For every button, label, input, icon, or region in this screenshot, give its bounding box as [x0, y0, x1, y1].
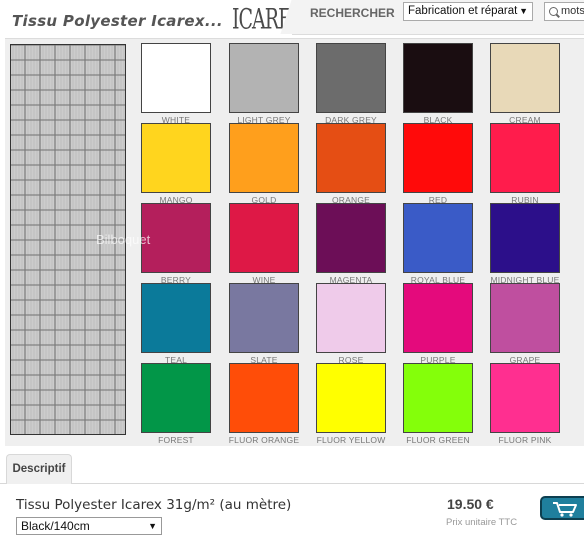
price-caption: Prix unitaire TTC — [446, 517, 518, 528]
color-swatch-teal[interactable] — [141, 283, 211, 353]
search-icon — [549, 7, 558, 16]
color-swatch-label: FOREST — [158, 435, 194, 445]
tab-descriptif[interactable]: Descriptif — [6, 454, 72, 484]
color-swatch-wine[interactable] — [229, 203, 299, 273]
color-swatch-label: FLUOR YELLOW — [316, 435, 386, 445]
category-select-value: Fabrication et réparat — [408, 5, 518, 17]
color-swatch-magenta[interactable] — [316, 203, 386, 273]
color-swatch-orange[interactable] — [316, 123, 386, 193]
color-swatch-midnight-blue[interactable] — [490, 203, 560, 273]
watermark: Bilboquet — [96, 232, 151, 247]
category-select[interactable]: Fabrication et réparat ▼ — [403, 2, 533, 21]
color-swatch-royal-blue[interactable] — [403, 203, 473, 273]
color-swatch-red[interactable] — [403, 123, 473, 193]
color-swatch-mango[interactable] — [141, 123, 211, 193]
color-swatch-fluor-orange[interactable] — [229, 363, 299, 433]
search-label: RECHERCHER — [310, 6, 395, 20]
color-swatch-label: FLUOR ORANGE — [228, 435, 300, 445]
header: Tissu Polyester Icarex... ICAREX RECHERC… — [0, 0, 584, 40]
cart-icon — [553, 502, 577, 517]
color-swatch-white[interactable] — [141, 43, 211, 113]
tab-divider — [0, 483, 584, 484]
chevron-down-icon: ▼ — [519, 6, 528, 16]
variant-select-value: Black/140cm — [21, 519, 90, 533]
color-swatch-forest[interactable] — [141, 363, 211, 433]
search-input-value: mots — [561, 5, 584, 17]
color-swatch-fluor-pink[interactable] — [490, 363, 560, 433]
chevron-down-icon: ▼ — [148, 521, 157, 531]
product-title: Tissu Polyester Icarex 31g/m² (au mètre) — [16, 497, 292, 513]
color-swatch-dark-grey[interactable] — [316, 43, 386, 113]
color-swatch-cream[interactable] — [490, 43, 560, 113]
color-swatch-berry[interactable] — [141, 203, 211, 273]
color-swatch-grape[interactable] — [490, 283, 560, 353]
color-swatch-gold[interactable] — [229, 123, 299, 193]
color-swatch-rose[interactable] — [316, 283, 386, 353]
color-swatch-label: FLUOR PINK — [498, 435, 552, 445]
color-swatch-fluor-green[interactable] — [403, 363, 473, 433]
add-to-cart-button[interactable] — [540, 496, 584, 520]
tab-bar — [0, 446, 584, 482]
color-swatch-purple[interactable] — [403, 283, 473, 353]
color-swatch-rubin[interactable] — [490, 123, 560, 193]
color-swatch-slate[interactable] — [229, 283, 299, 353]
variant-select[interactable]: Black/140cm ▼ — [16, 517, 162, 535]
page-title: Tissu Polyester Icarex... — [12, 12, 223, 30]
color-swatch-light-grey[interactable] — [229, 43, 299, 113]
color-swatch-label: FLUOR GREEN — [406, 435, 470, 445]
search-input[interactable]: mots — [544, 2, 584, 21]
color-swatch-fluor-yellow[interactable] — [316, 363, 386, 433]
color-swatch-black[interactable] — [403, 43, 473, 113]
product-price: 19.50 € — [447, 496, 494, 512]
